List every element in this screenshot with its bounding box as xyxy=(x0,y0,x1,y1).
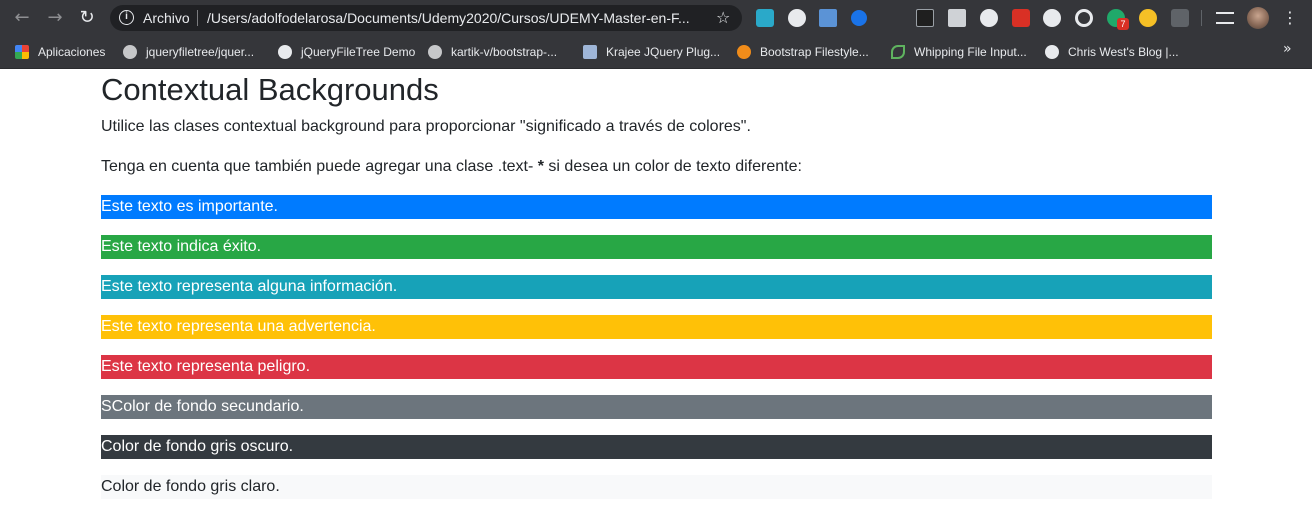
profile-avatar[interactable] xyxy=(1247,7,1269,29)
intro-paragraph: Utilice las clases contextual background… xyxy=(101,118,751,135)
bg-primary-row: Este texto es importante. xyxy=(101,195,1212,219)
address-bar[interactable]: i Archivo /Users/adolfodelarosa/Document… xyxy=(110,5,742,31)
bookmark-item[interactable]: jqueryfiletree/jquer... xyxy=(123,42,254,62)
more-menu-icon[interactable]: ⋮ xyxy=(1282,8,1298,28)
bg-dark-row: Color de fondo gris oscuro. xyxy=(101,435,1212,459)
bookmark-label: Whipping File Input... xyxy=(914,45,1027,59)
bookmark-item[interactable]: Aplicaciones xyxy=(15,42,105,62)
orange-apple-icon xyxy=(737,45,751,59)
extension-terminal-icon[interactable] xyxy=(916,9,934,27)
globe-icon xyxy=(278,45,292,59)
extension-a-icon[interactable]: 7 xyxy=(1107,9,1129,30)
extension-wave-icon[interactable] xyxy=(756,9,774,27)
bookmark-label: Chris West's Blog |... xyxy=(1068,45,1179,59)
address-separator xyxy=(197,10,198,26)
extension-code-icon[interactable] xyxy=(1171,9,1189,27)
bg-info-row: Este texto representa alguna información… xyxy=(101,275,1212,299)
note-paragraph: Tenga en cuenta que también puede agrega… xyxy=(101,158,802,176)
bg-danger-row: Este texto representa peligro. xyxy=(101,355,1212,379)
extension-calendar-icon[interactable] xyxy=(948,9,966,27)
extension-moon-icon[interactable] xyxy=(1043,9,1061,27)
note-text-end: si desea un color de texto diferente: xyxy=(543,158,802,175)
bookmark-star-icon[interactable]: ☆ xyxy=(716,8,730,27)
extension-off-icon[interactable] xyxy=(1012,9,1030,27)
more-bookmarks-icon[interactable]: » xyxy=(1283,41,1292,57)
bookmark-label: Aplicaciones xyxy=(38,45,106,59)
github-icon xyxy=(123,45,137,59)
back-arrow-icon[interactable]: ← xyxy=(11,7,33,29)
browser-toolbar: ← → ↻ i Archivo /Users/adolfodelarosa/Do… xyxy=(0,0,1312,36)
bg-success-row: Este texto indica éxito. xyxy=(101,235,1212,259)
bookmark-label: Bootstrap Filestyle... xyxy=(760,45,869,59)
bookmark-label: Krajee JQuery Plug... xyxy=(606,45,721,59)
extension-check-icon[interactable] xyxy=(851,10,867,26)
github-icon xyxy=(428,45,442,59)
globe-icon xyxy=(1045,45,1059,59)
bookmarks-bar: Aplicaciones jqueryfiletree/jquer... jQu… xyxy=(0,36,1312,69)
bg-light-row: Color de fondo gris claro. xyxy=(101,475,1212,499)
page-title: Contextual Backgrounds xyxy=(101,72,439,107)
bookmark-label: jqueryfiletree/jquer... xyxy=(146,45,255,59)
site-info-icon[interactable]: i xyxy=(119,10,134,25)
extension-s-icon[interactable] xyxy=(819,9,837,27)
page-content: Contextual Backgrounds Utilice las clase… xyxy=(0,69,1312,522)
bookmark-item[interactable]: Bootstrap Filestyle... xyxy=(737,42,869,62)
reload-icon[interactable]: ↻ xyxy=(76,7,98,29)
note-text: Tenga en cuenta que también puede agrega… xyxy=(101,158,538,175)
bg-secondary-row: SColor de fondo secundario. xyxy=(101,395,1212,419)
toolbar-separator xyxy=(1201,10,1202,26)
bg-warning-row: Este texto representa una advertencia. xyxy=(101,315,1212,339)
bookmark-item[interactable]: Krajee JQuery Plug... xyxy=(583,42,720,62)
bookmark-item[interactable]: kartik-v/bootstrap-... xyxy=(428,42,557,62)
bookmark-item[interactable]: jQueryFileTree Demo xyxy=(278,42,415,62)
url-text[interactable]: /Users/adolfodelarosa/Documents/Udemy202… xyxy=(207,10,707,26)
extension-circle-icon[interactable] xyxy=(980,9,998,27)
bookmark-label: kartik-v/bootstrap-... xyxy=(451,45,558,59)
extension-target-icon[interactable] xyxy=(1075,9,1093,27)
extension-badge: 7 xyxy=(1117,18,1129,30)
bookmark-label: jQueryFileTree Demo xyxy=(301,45,416,59)
apps-grid-icon xyxy=(15,45,29,59)
leaf-icon xyxy=(891,45,905,59)
url-scheme-chip: Archivo xyxy=(143,10,190,26)
media-queue-icon[interactable] xyxy=(1216,12,1234,24)
extension-search-icon[interactable] xyxy=(788,9,806,27)
forward-arrow-icon[interactable]: → xyxy=(44,7,66,29)
krajee-k-icon xyxy=(583,45,597,59)
extension-magnifier-icon[interactable] xyxy=(1139,9,1157,27)
bookmark-item[interactable]: Whipping File Input... xyxy=(891,42,1027,62)
bookmark-item[interactable]: Chris West's Blog |... xyxy=(1045,42,1179,62)
